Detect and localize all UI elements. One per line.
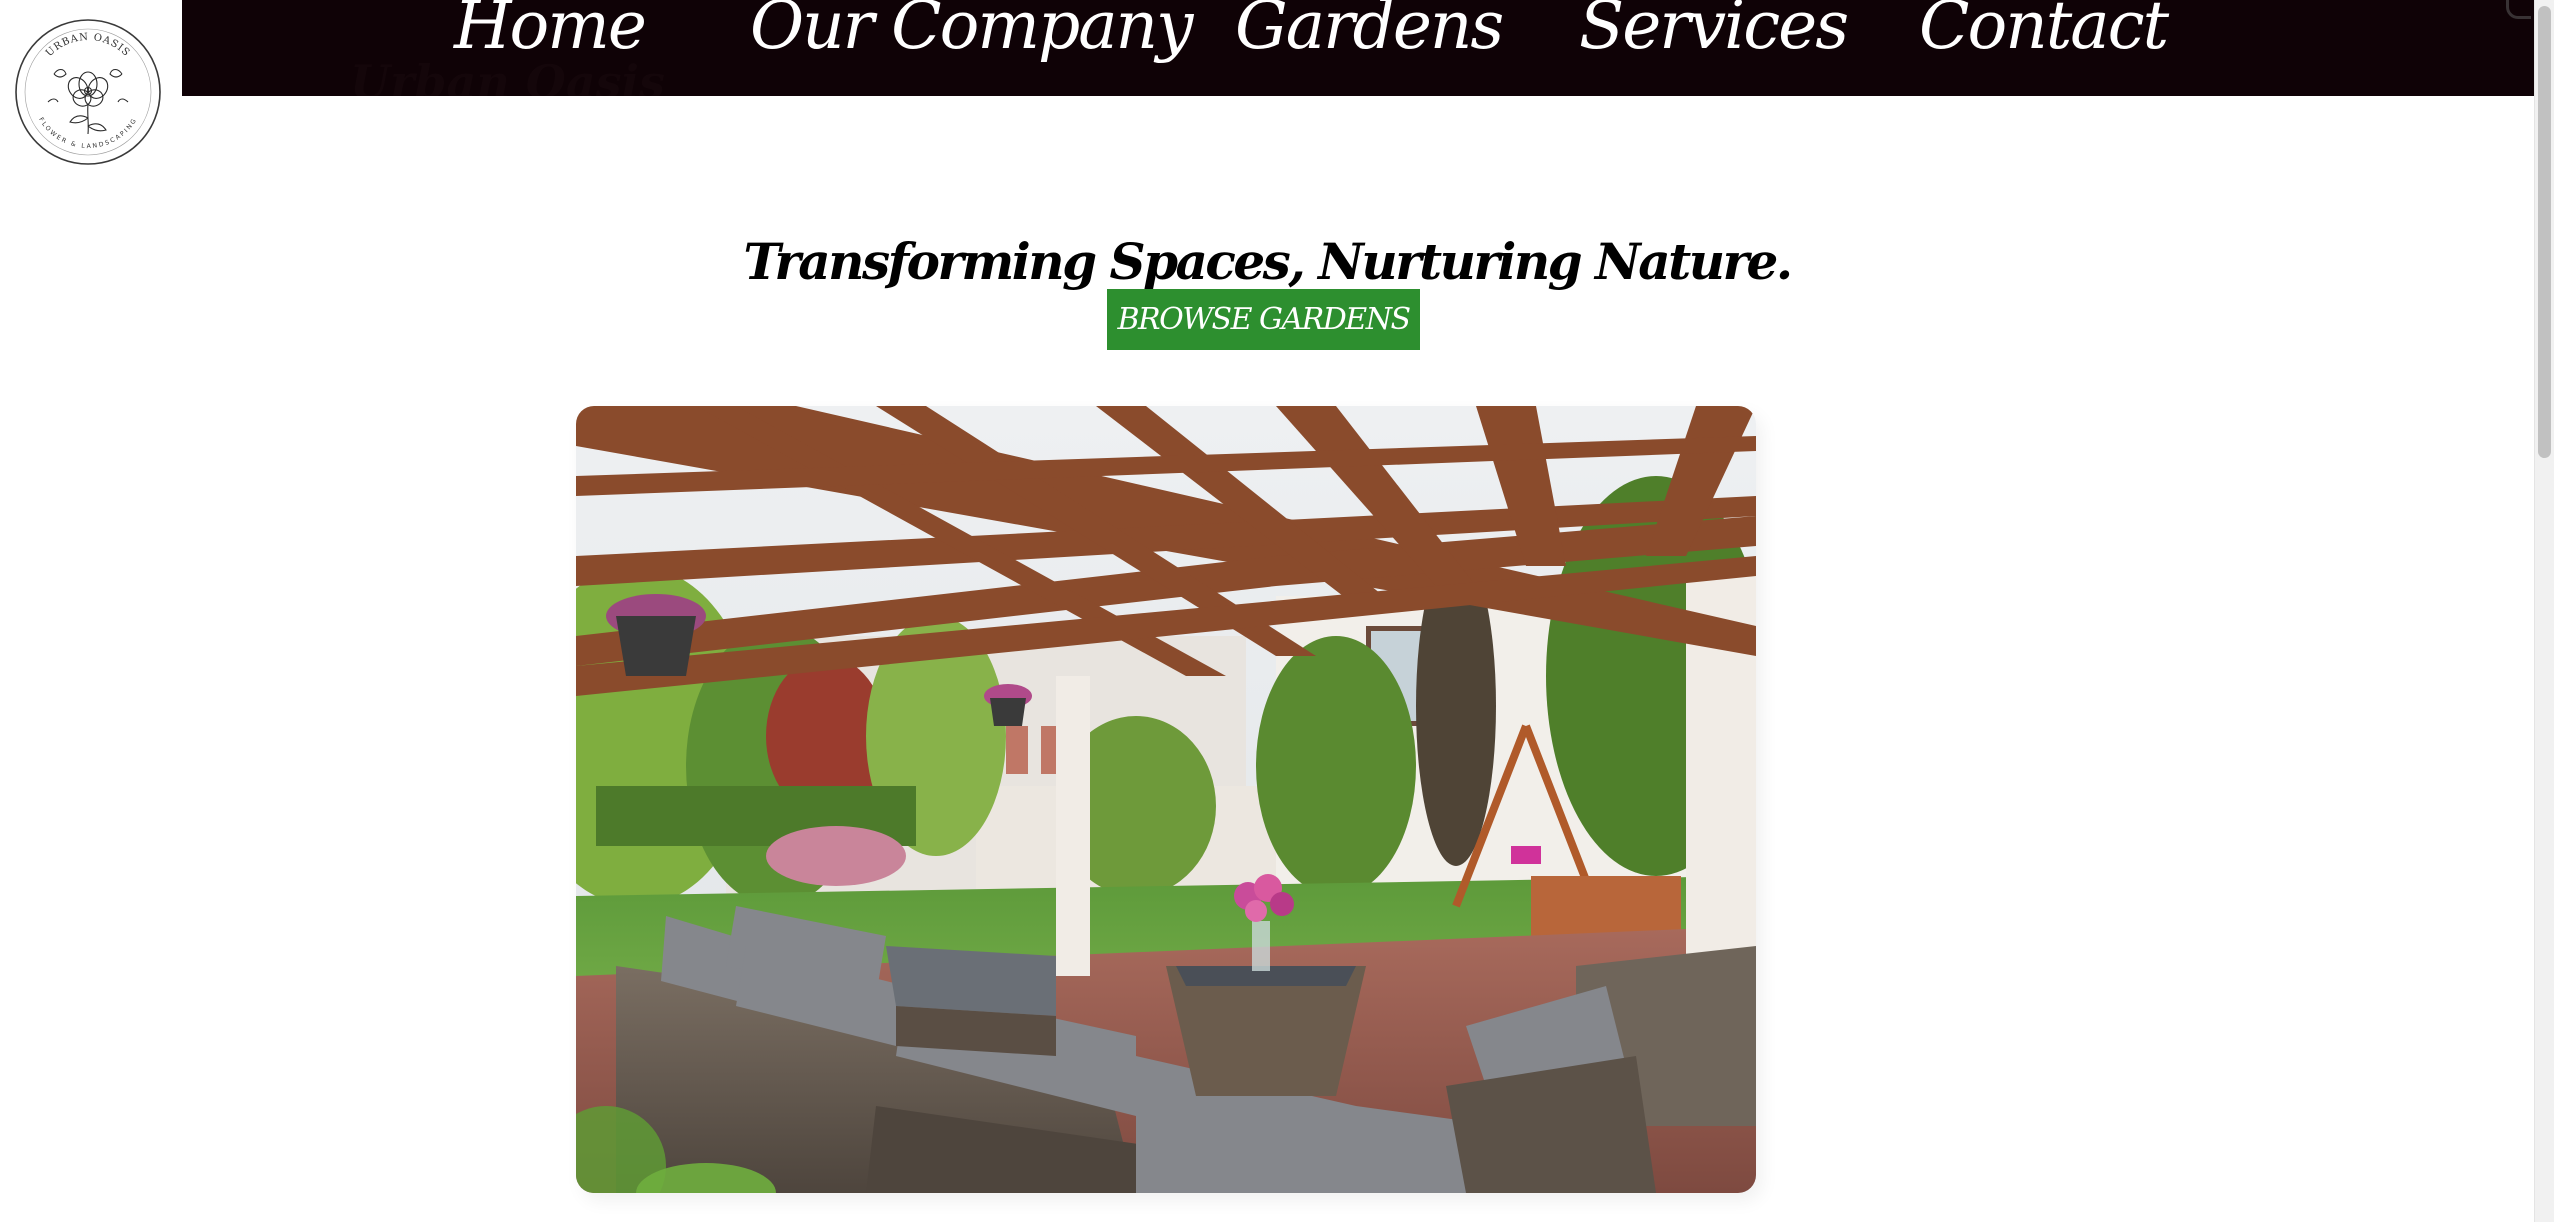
flower-emblem-icon: URBAN OASIS FLOWER & LANDSCAPING xyxy=(15,19,161,165)
browse-gardens-button[interactable]: BROWSE GARDENS xyxy=(1107,289,1420,350)
logo[interactable]: URBAN OASIS FLOWER & LANDSCAPING xyxy=(14,18,162,166)
page: URBAN OASIS FLOWER & LANDSCAPING Home Ou… xyxy=(0,0,2554,1222)
brand-name-overlap: Urban Oasis xyxy=(350,55,665,96)
scrollbar-thumb[interactable] xyxy=(2538,6,2551,458)
vertical-scrollbar[interactable] xyxy=(2534,0,2554,1222)
hero-patio-photo xyxy=(576,406,1756,1193)
nav-link-contact[interactable]: Contact xyxy=(1919,0,2169,66)
nav-link-services[interactable]: Services xyxy=(1579,0,1849,66)
nav-link-our-company[interactable]: Our Company xyxy=(750,0,1193,66)
nav-link-gardens[interactable]: Gardens xyxy=(1235,0,1504,66)
corner-curve-icon xyxy=(2506,0,2531,19)
